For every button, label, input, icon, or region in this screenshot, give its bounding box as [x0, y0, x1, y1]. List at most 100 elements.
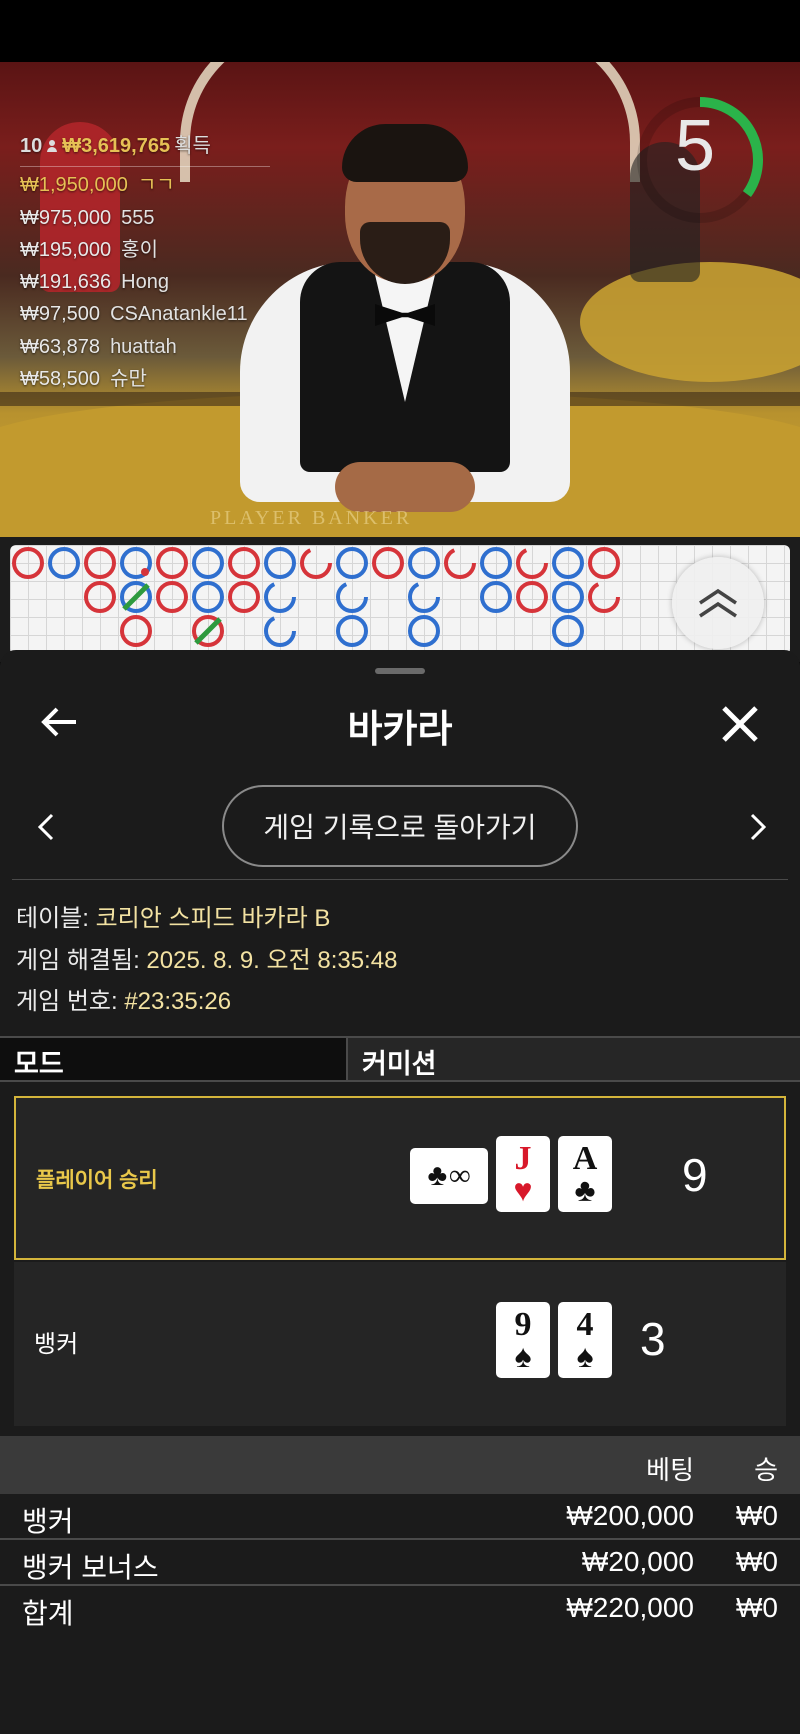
- expand-roadmap-button[interactable]: [672, 557, 764, 649]
- winner-amount: ₩63,878: [20, 335, 101, 358]
- history-nav: 게임 기록으로 돌아가기: [0, 785, 800, 869]
- winner-row: ₩97,500 CSAnatankle11: [20, 298, 270, 330]
- total-win: ₩0: [736, 1592, 778, 1623]
- playing-card: A ♣: [558, 1136, 612, 1212]
- winner-count: 10: [20, 135, 43, 157]
- playing-card: J ♥: [496, 1136, 550, 1212]
- player-mark: [552, 615, 584, 647]
- player-mark: [408, 547, 440, 579]
- resolved-info: 게임 해결됨: 2025. 8. 9. 오전 8:35:48: [16, 940, 397, 982]
- winners-total: ₩3,619,765: [62, 135, 171, 157]
- winner-amount: ₩1,950,000: [20, 174, 128, 197]
- card-suit: ♥: [513, 1172, 533, 1208]
- bet-amount: ₩200,000: [566, 1500, 694, 1531]
- chevron-right-icon[interactable]: [738, 807, 774, 847]
- winners-header: 10 ₩3,619,765 획득: [20, 130, 270, 168]
- winner-row: ₩975,000 555: [20, 202, 270, 234]
- commission-label: 커미션: [348, 1038, 800, 1080]
- player-win-label: 플레이어 승리: [36, 1169, 158, 1192]
- resolved-value: 2025. 8. 9. 오전 8:35:48: [146, 946, 398, 974]
- player-mark: [480, 547, 512, 579]
- bet-win: ₩0: [736, 1500, 778, 1531]
- player-mark: [336, 547, 368, 579]
- player-mark: [48, 547, 80, 579]
- card-rank: J: [514, 1140, 532, 1177]
- sheet-title: 바카라: [347, 709, 453, 751]
- player-mark: [264, 581, 296, 613]
- winner-amount: ₩97,500: [20, 303, 101, 326]
- banker-mark: [444, 547, 476, 579]
- mode-label: 모드: [0, 1038, 348, 1080]
- total-label: 합계: [22, 1598, 74, 1629]
- banker-mark: [588, 581, 620, 613]
- tie-slash: [122, 583, 150, 611]
- bet-win: ₩0: [736, 1546, 778, 1577]
- winner-amount: ₩191,636: [20, 271, 112, 294]
- player-mark: [408, 615, 440, 647]
- player-mark: [552, 581, 584, 613]
- mode-row: 모드 커미션: [0, 1036, 800, 1082]
- winner-row: ₩63,878 huattah: [20, 331, 270, 363]
- bet-total-row: 합계 ₩220,000 ₩0: [0, 1586, 800, 1632]
- banker-mark: [300, 547, 332, 579]
- winner-amount: ₩58,500: [20, 368, 101, 391]
- winners-list: 10 ₩3,619,765 획득 ₩1,950,000 ㄱㄱ ₩975,000 55…: [20, 130, 270, 395]
- banker-mark: [12, 547, 44, 579]
- bet-row: 뱅커 ₩200,000 ₩0: [0, 1494, 800, 1540]
- card-rank: 9: [514, 1306, 532, 1343]
- winner-name: ㄱㄱ: [137, 174, 175, 197]
- bet-amount: ₩20,000: [581, 1546, 694, 1577]
- card-rank: ∞: [449, 1159, 471, 1192]
- banker-mark: [84, 547, 116, 579]
- playing-card: 9 ♠: [496, 1302, 550, 1378]
- game-info: 테이블: 코리안 스피드 바카라 B 게임 해결됨: 2025. 8. 9. 오…: [16, 898, 397, 1023]
- felt-text: PLAYER BANKER: [210, 507, 413, 529]
- sheet-grabber[interactable]: [375, 668, 425, 674]
- banker-label: 뱅커: [34, 1331, 79, 1358]
- player-mark: [336, 615, 368, 647]
- banker-score: 3: [640, 1313, 666, 1365]
- winner-amount: ₩975,000: [20, 206, 112, 229]
- player-cards: ♣ ∞ J ♥ A ♣: [410, 1136, 612, 1212]
- dealer-hands: [335, 462, 475, 512]
- winner-name: 슈만: [110, 368, 147, 391]
- playing-card: 4 ♠: [558, 1302, 612, 1378]
- winner-name: huattah: [110, 335, 177, 358]
- back-to-history-button[interactable]: 게임 기록으로 돌아가기: [222, 785, 578, 867]
- card-suit: ♠: [576, 1338, 594, 1374]
- player-score: 9: [682, 1149, 708, 1201]
- winner-name: Hong: [121, 271, 169, 294]
- table-info: 테이블: 코리안 스피드 바카라 B: [16, 898, 397, 940]
- winner-amount: ₩195,000: [20, 238, 112, 261]
- card-suit: ♣: [574, 1172, 596, 1208]
- player-mark: [336, 581, 368, 613]
- player-mark: [480, 581, 512, 613]
- bet-row: 뱅커 보너스 ₩20,000 ₩0: [0, 1540, 800, 1586]
- banker-result: 뱅커 9 ♠ 4 ♠ 3: [14, 1262, 786, 1426]
- banker-mark: [84, 581, 116, 613]
- player-mark: [408, 581, 440, 613]
- chevron-left-icon[interactable]: [30, 807, 66, 847]
- table-label: 테이블:: [16, 905, 89, 932]
- game-number-value: #23:35:26: [124, 988, 232, 1015]
- close-icon[interactable]: [718, 702, 762, 746]
- dealer-hair: [342, 124, 468, 182]
- banker-cards: 9 ♠ 4 ♠: [496, 1302, 612, 1378]
- sheet-header: 바카라: [0, 690, 800, 751]
- bet-name: 뱅커 보너스: [22, 1552, 159, 1583]
- banker-mark: [156, 547, 188, 579]
- winner-row: ₩195,000 홍이: [20, 234, 270, 266]
- game-number-label: 게임 번호:: [16, 988, 118, 1015]
- winner-row: ₩1,950,000 ㄱㄱ: [20, 169, 270, 201]
- bets-header: 베팅 승: [0, 1436, 800, 1494]
- winner-row: ₩58,500 슈만: [20, 363, 270, 395]
- winner-name: 555: [121, 206, 155, 229]
- total-amount: ₩220,000: [566, 1592, 694, 1623]
- playing-card: ♣ ∞: [410, 1148, 488, 1204]
- banker-mark: [228, 581, 260, 613]
- winner-name: 홍이: [121, 238, 158, 261]
- player-mark: [552, 547, 584, 579]
- table-value: 코리안 스피드 바카라 B: [95, 905, 331, 932]
- banker-mark: [516, 547, 548, 579]
- card-rank: 4: [576, 1306, 594, 1343]
